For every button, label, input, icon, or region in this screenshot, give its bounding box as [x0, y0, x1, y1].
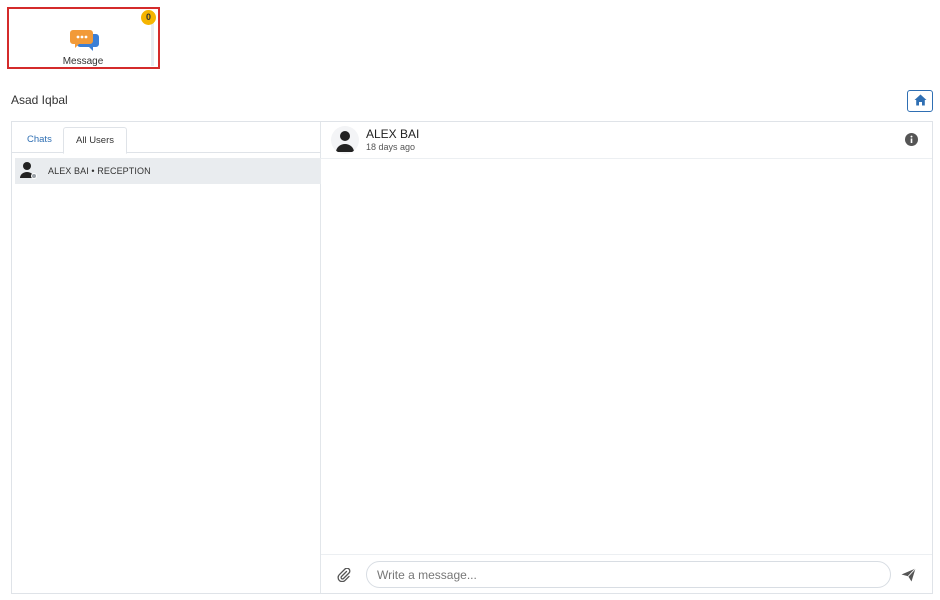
chat-panel: Chats All Users ALEX BAI • RECEPTION ALE…	[11, 121, 933, 594]
list-item-label: ALEX BAI • RECEPTION	[48, 166, 151, 176]
message-composer	[321, 554, 932, 593]
unread-badge: 0	[141, 10, 156, 25]
conversation-header: ALEX BAI 18 days ago	[321, 122, 932, 159]
user-avatar-icon	[19, 161, 39, 181]
message-tile-label: Message	[62, 56, 104, 67]
user-list-pane: Chats All Users ALEX BAI • RECEPTION	[12, 122, 321, 593]
avatar	[331, 126, 359, 154]
contact-name: ALEX BAI	[366, 127, 420, 141]
conversation-pane: ALEX BAI 18 days ago	[321, 122, 932, 593]
home-icon	[914, 94, 927, 109]
current-user-name: Asad Iqbal	[11, 93, 68, 107]
tab-chats[interactable]: Chats	[15, 127, 64, 154]
last-seen: 18 days ago	[366, 142, 416, 152]
message-input[interactable]	[366, 561, 891, 588]
home-button[interactable]	[907, 90, 933, 112]
chat-bubbles-icon	[70, 28, 100, 52]
list-item[interactable]: ALEX BAI • RECEPTION	[15, 158, 321, 184]
message-tile[interactable]: Message	[12, 12, 154, 67]
paperclip-icon[interactable]	[337, 567, 351, 583]
message-tile-highlight[interactable]: Message 0	[7, 7, 160, 69]
send-icon[interactable]	[901, 568, 916, 582]
tab-all-users[interactable]: All Users	[63, 127, 128, 154]
tab-bar: Chats All Users	[12, 122, 321, 154]
info-icon[interactable]	[905, 133, 918, 146]
